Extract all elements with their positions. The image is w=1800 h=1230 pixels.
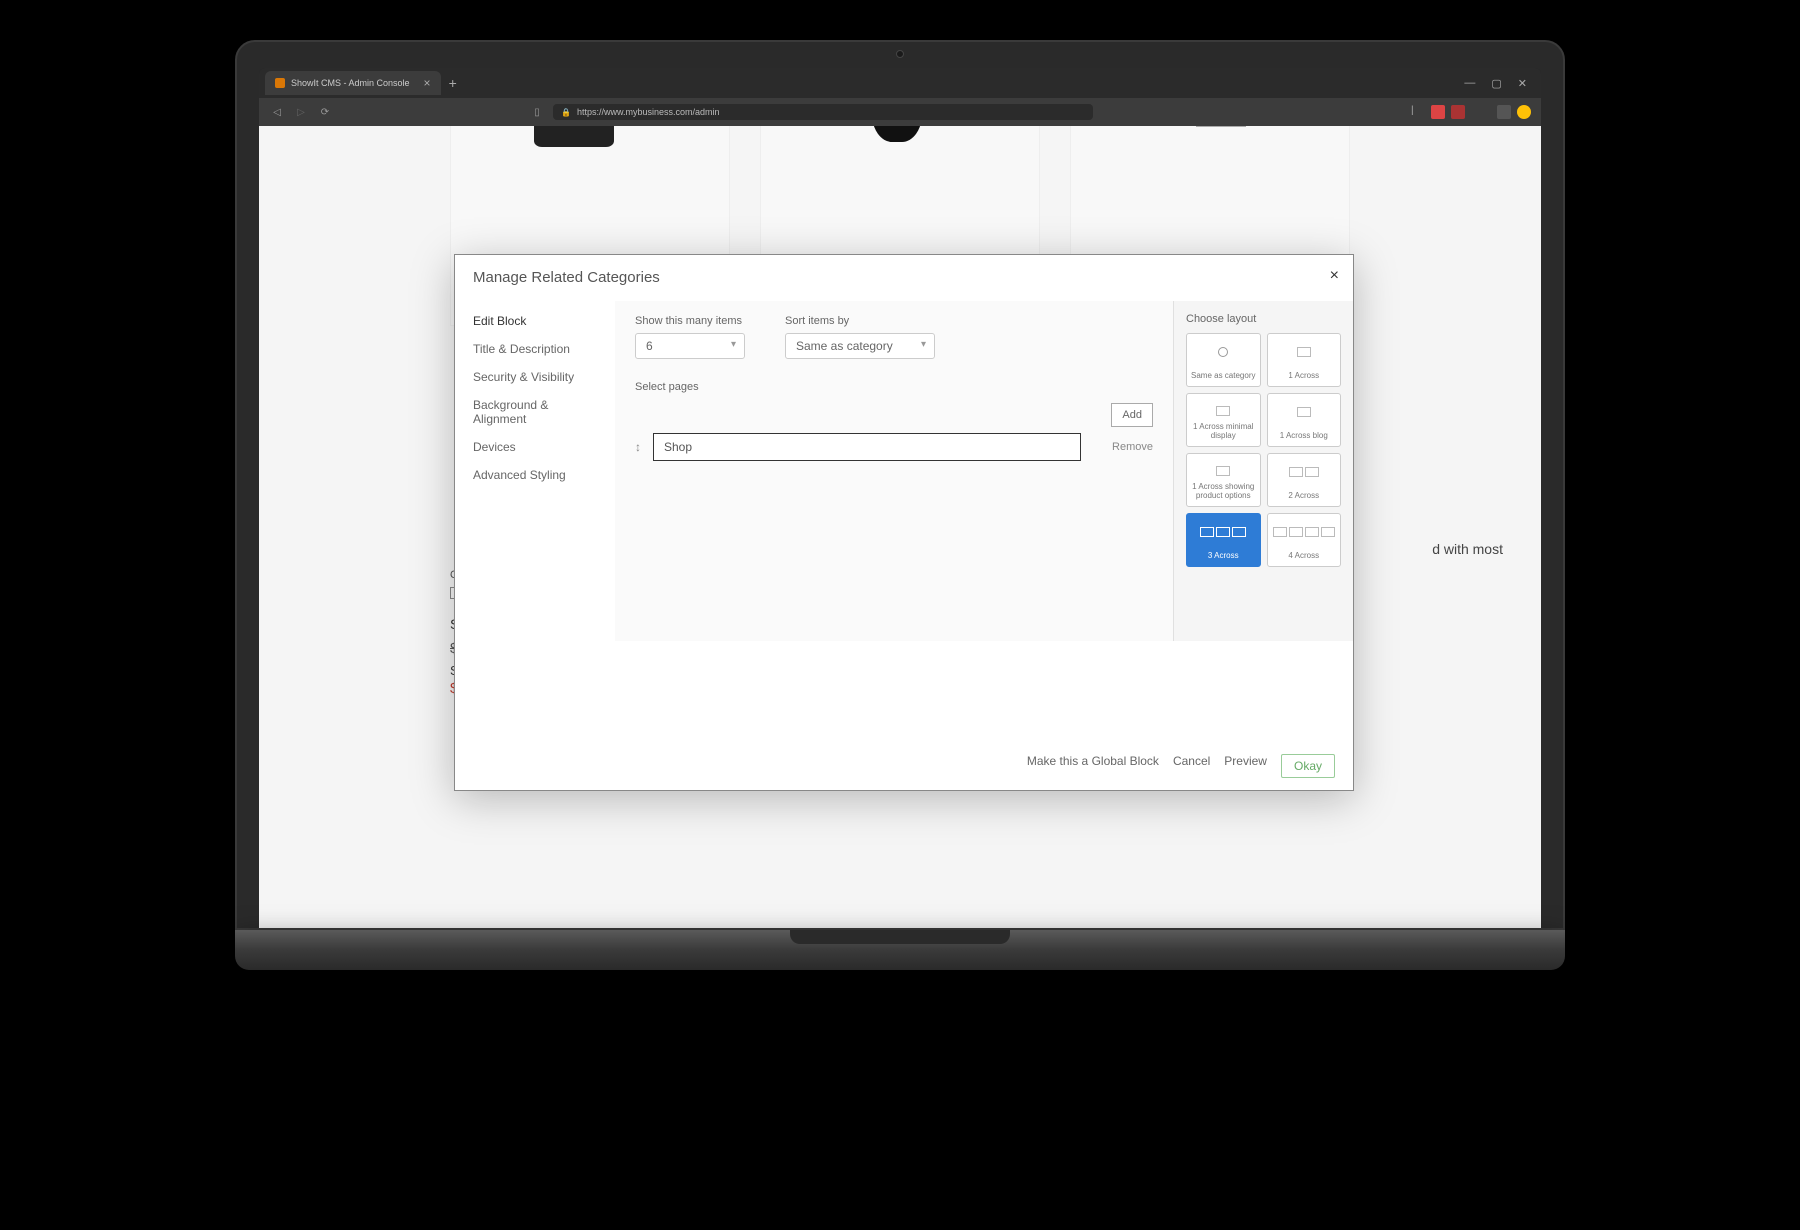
url-input[interactable]: 🔒 https://www.mybusiness.com/admin xyxy=(553,104,1093,120)
lock-icon: 🔒 xyxy=(561,108,571,117)
modal-header: Manage Related Categories × xyxy=(455,255,1353,301)
browser-extensions: | xyxy=(1411,105,1531,119)
extension-icon[interactable] xyxy=(1451,105,1465,119)
layout-option[interactable]: 1 Across xyxy=(1267,333,1342,387)
sidebar-item-edit-block[interactable]: Edit Block xyxy=(455,307,614,335)
sidebar-item-devices[interactable]: Devices xyxy=(455,433,614,461)
forward-button[interactable]: ▷ xyxy=(293,107,309,118)
sidebar-item-security-visibility[interactable]: Security & Visibility xyxy=(455,363,614,391)
modal-footer: Make this a Global Block Cancel Preview … xyxy=(455,741,1353,790)
manage-categories-modal: Manage Related Categories × Edit Block T… xyxy=(454,254,1354,791)
layout-option-label: 1 Across showing product options xyxy=(1191,482,1256,500)
tab-favicon-icon xyxy=(275,78,285,88)
extension-icon[interactable] xyxy=(1497,105,1511,119)
url-text: https://www.mybusiness.com/admin xyxy=(577,107,720,117)
layout-option-label: Same as category xyxy=(1191,371,1256,380)
layout-option-label: 2 Across xyxy=(1272,491,1337,500)
window-close-button[interactable]: ✕ xyxy=(1518,77,1527,90)
sort-items-select[interactable]: Same as category xyxy=(785,333,935,359)
layout-option[interactable]: 2 Across xyxy=(1267,453,1342,507)
layout-panel: Choose layout Same as category 1 Across 1 … xyxy=(1173,301,1353,641)
add-button[interactable]: Add xyxy=(1111,403,1153,427)
remove-link[interactable]: Remove xyxy=(1093,441,1153,453)
select-pages-label: Select pages xyxy=(635,381,1153,393)
close-tab-icon[interactable]: × xyxy=(424,76,431,90)
layout-option-label: 1 Across minimal display xyxy=(1191,422,1256,440)
sidebar-item-title-description[interactable]: Title & Description xyxy=(455,335,614,363)
extension-icon[interactable] xyxy=(1431,105,1445,119)
tab-title: ShowIt CMS - Admin Console xyxy=(291,78,410,88)
notebook-brand-label: Notebook xyxy=(235,1158,1565,1184)
window-minimize-button[interactable]: — xyxy=(1464,77,1475,90)
sort-items-label: Sort items by xyxy=(785,315,935,327)
view-site-info-icon[interactable]: ▯ xyxy=(529,107,545,118)
layout-option[interactable]: 1 Across blog xyxy=(1267,393,1342,447)
profile-icon[interactable] xyxy=(1517,105,1531,119)
modal-sidebar: Edit Block Title & Description Security … xyxy=(455,301,615,641)
browser-window: ShowIt CMS - Admin Console × + — ▢ ✕ ◁ ▷… xyxy=(259,68,1541,928)
new-tab-button[interactable]: + xyxy=(441,75,465,91)
sidebar-item-background-alignment[interactable]: Background & Alignment xyxy=(455,391,614,433)
drag-handle-icon[interactable]: ↕ xyxy=(635,440,641,454)
reload-button[interactable]: ⟳ xyxy=(317,107,333,118)
show-items-select[interactable]: 6 xyxy=(635,333,745,359)
layout-option-label: 4 Across xyxy=(1272,551,1337,560)
layout-option-label: 1 Across blog xyxy=(1272,431,1337,440)
make-global-block-link[interactable]: Make this a Global Block xyxy=(1027,754,1159,778)
layout-option-label: 1 Across xyxy=(1272,371,1337,380)
page-content: d with most Decorative Black Globe QUICK… xyxy=(259,126,1541,928)
browser-address-bar: ◁ ▷ ⟳ ▯ 🔒 https://www.mybusiness.com/adm… xyxy=(259,98,1541,126)
layout-option[interactable]: 4 Across xyxy=(1267,513,1342,567)
show-items-label: Show this many items xyxy=(635,315,745,327)
back-button[interactable]: ◁ xyxy=(269,107,285,118)
layout-option-label: 3 Across xyxy=(1191,551,1256,560)
browser-tab-bar: ShowIt CMS - Admin Console × + — ▢ ✕ xyxy=(259,68,1541,98)
layout-option[interactable]: Same as category xyxy=(1186,333,1261,387)
preview-button[interactable]: Preview xyxy=(1224,754,1267,778)
page-input[interactable] xyxy=(653,433,1081,461)
window-maximize-button[interactable]: ▢ xyxy=(1491,77,1501,90)
browser-tab[interactable]: ShowIt CMS - Admin Console × xyxy=(265,71,441,95)
choose-layout-label: Choose layout xyxy=(1186,313,1341,325)
close-icon[interactable]: × xyxy=(1330,267,1339,285)
sidebar-item-advanced-styling[interactable]: Advanced Styling xyxy=(455,461,614,489)
cancel-button[interactable]: Cancel xyxy=(1173,754,1210,778)
layout-option[interactable]: 3 Across xyxy=(1186,513,1261,567)
modal-title: Manage Related Categories xyxy=(473,269,660,286)
okay-button[interactable]: Okay xyxy=(1281,754,1335,778)
layout-option[interactable]: 1 Across minimal display xyxy=(1186,393,1261,447)
layout-option[interactable]: 1 Across showing product options xyxy=(1186,453,1261,507)
truncated-text: d with most xyxy=(1432,541,1503,557)
